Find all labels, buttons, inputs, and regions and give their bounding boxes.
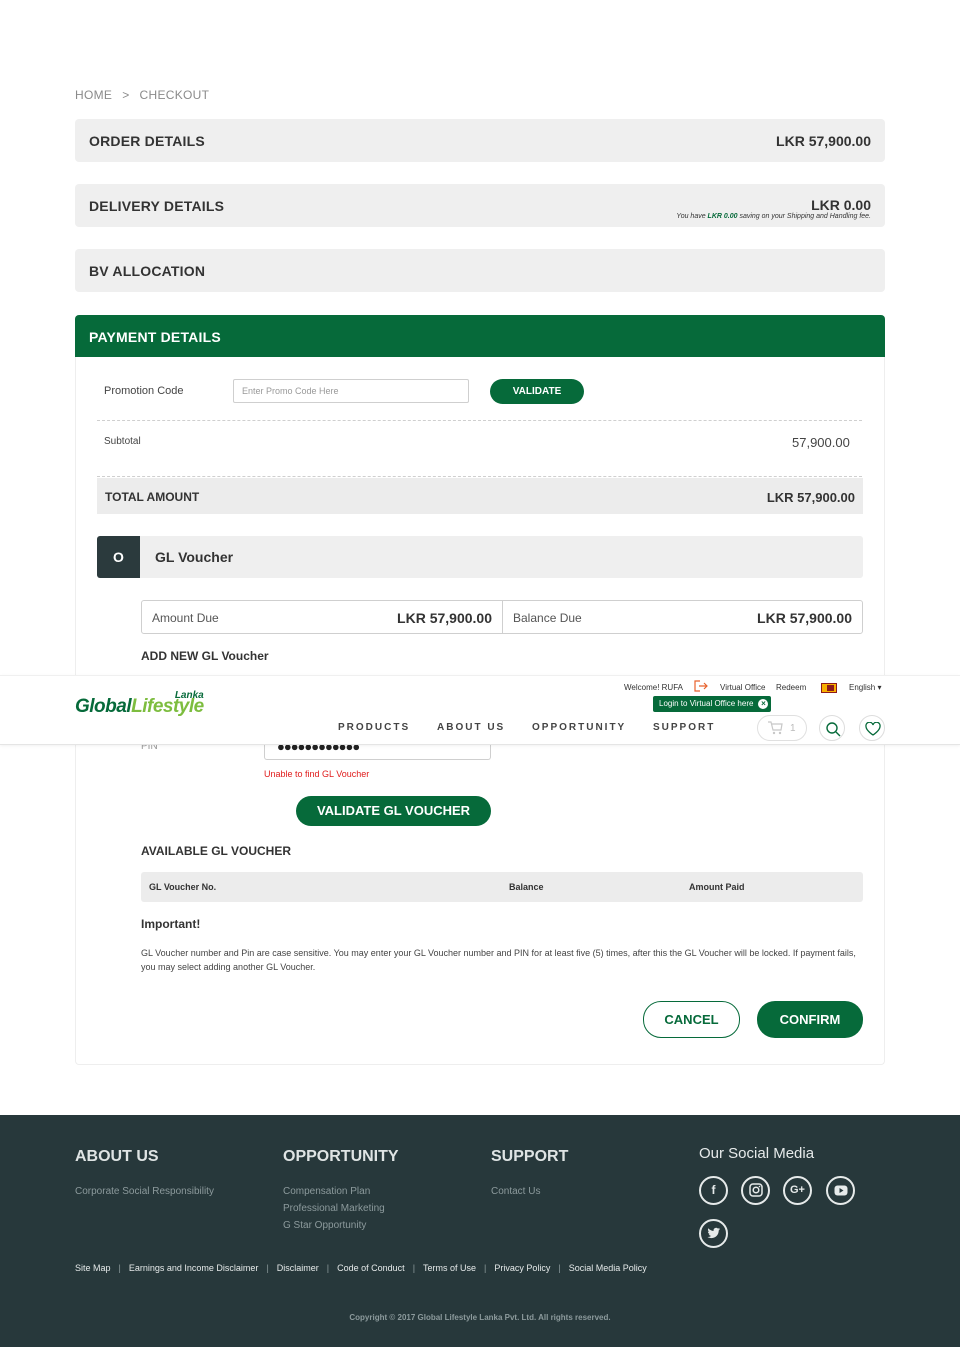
breadcrumb-current: CHECKOUT: [139, 88, 210, 102]
delivery-details-section[interactable]: DELIVERY DETAILS LKR 0.00 You have LKR 0…: [75, 184, 885, 227]
youtube-icon[interactable]: [826, 1176, 855, 1205]
wishlist-button[interactable]: [859, 715, 885, 741]
footer-link-disclaimer[interactable]: Disclaimer: [277, 1263, 319, 1273]
language-select[interactable]: English ▾: [849, 683, 882, 692]
delivery-details-title: DELIVERY DETAILS: [89, 198, 225, 214]
footer-link-terms-of-use[interactable]: Terms of Use: [423, 1263, 476, 1273]
confirm-button[interactable]: CONFIRM: [757, 1001, 863, 1038]
cart-button[interactable]: 1: [757, 715, 807, 741]
footer-opportunity-title: OPPORTUNITY: [283, 1148, 399, 1165]
cart-icon: [767, 721, 783, 738]
chevron-down-icon: ▾: [877, 683, 882, 692]
order-details-title: ORDER DETAILS: [89, 133, 205, 149]
divider: [97, 420, 862, 421]
bv-allocation-title: BV ALLOCATION: [89, 263, 206, 279]
footer-link-earnings-disclaimer[interactable]: Earnings and Income Disclaimer: [129, 1263, 259, 1273]
bv-allocation-section[interactable]: BV ALLOCATION: [75, 249, 885, 292]
footer-link-privacy-policy[interactable]: Privacy Policy: [494, 1263, 550, 1273]
footer-link-site-map[interactable]: Site Map: [75, 1263, 111, 1273]
voucher-table-header: GL Voucher No. Balance Amount Paid: [141, 872, 863, 902]
welcome-text: Welcome! RUFA: [624, 683, 683, 692]
footer-link-csr[interactable]: Corporate Social Responsibility: [75, 1186, 214, 1197]
divider: [97, 476, 862, 477]
facebook-icon[interactable]: f: [699, 1176, 728, 1205]
footer-link-contact-us[interactable]: Contact Us: [491, 1186, 540, 1197]
payment-details-title: PAYMENT DETAILS: [89, 329, 221, 345]
copyright-text: Copyright © 2017 Global Lifestyle Lanka …: [349, 1313, 611, 1322]
important-title: Important!: [141, 917, 201, 931]
subtotal-value: 57,900.00: [792, 435, 850, 450]
validate-gl-voucher-button[interactable]: VALIDATE GL VOUCHER: [296, 796, 491, 826]
cancel-button[interactable]: CANCEL: [643, 1001, 740, 1038]
amount-due-value: LKR 57,900.00: [397, 610, 492, 626]
nav-about-us[interactable]: ABOUT US: [437, 722, 505, 733]
search-button[interactable]: [819, 715, 845, 741]
total-amount-row: TOTAL AMOUNT LKR 57,900.00: [97, 478, 863, 514]
close-icon[interactable]: ×: [758, 699, 769, 709]
google-plus-icon[interactable]: G+: [783, 1176, 812, 1205]
gl-voucher-option[interactable]: O GL Voucher: [97, 536, 863, 578]
breadcrumb-home[interactable]: HOME: [75, 88, 112, 102]
redeem-link[interactable]: Redeem: [776, 683, 806, 692]
twitter-icon[interactable]: [699, 1219, 728, 1248]
total-amount-label: TOTAL AMOUNT: [105, 490, 200, 504]
breadcrumb-separator: >: [122, 88, 130, 102]
column-header-balance: Balance: [509, 882, 544, 892]
footer-link-social-media-policy[interactable]: Social Media Policy: [569, 1263, 647, 1273]
balance-due-cell: Balance Due LKR 57,900.00: [502, 601, 862, 633]
order-details-amount: LKR 57,900.00: [776, 133, 871, 149]
footer-link-compensation-plan[interactable]: Compensation Plan: [283, 1186, 370, 1197]
footer-support-title: SUPPORT: [491, 1148, 569, 1165]
search-icon: [825, 721, 841, 742]
virtual-office-link[interactable]: Virtual Office: [720, 683, 766, 692]
virtual-office-tooltip: Login to Virtual Office here ×: [653, 696, 772, 712]
payment-details-header[interactable]: PAYMENT DETAILS: [75, 315, 885, 357]
instagram-icon[interactable]: [741, 1176, 770, 1205]
footer-link-code-of-conduct[interactable]: Code of Conduct: [337, 1263, 405, 1273]
promotion-code-label: Promotion Code: [104, 385, 184, 397]
subtotal-label: Subtotal: [104, 436, 141, 447]
voucher-error-message: Unable to find GL Voucher: [264, 769, 370, 779]
nav-support[interactable]: SUPPORT: [653, 722, 715, 733]
amount-due-cell: Amount Due LKR 57,900.00: [142, 601, 502, 633]
due-summary: Amount Due LKR 57,900.00 Balance Due LKR…: [141, 600, 863, 634]
important-text: GL Voucher number and Pin are case sensi…: [141, 948, 856, 972]
add-new-gl-voucher-title: ADD NEW GL Voucher: [141, 649, 269, 663]
gl-voucher-radio[interactable]: O: [97, 536, 140, 578]
site-header: GlobalLifestyle Lanka Welcome! RUFA Virt…: [0, 675, 960, 745]
cart-count: 1: [790, 723, 796, 734]
delivery-saving-note: You have LKR 0.00 saving on your Shippin…: [676, 213, 871, 220]
column-header-voucher-no: GL Voucher No.: [149, 882, 217, 892]
promo-code-input[interactable]: Enter Promo Code Here: [233, 379, 469, 403]
logout-icon[interactable]: [694, 680, 708, 694]
amount-due-label: Amount Due: [152, 611, 219, 625]
sri-lanka-flag-icon: [821, 683, 837, 693]
footer-bottom-links: Site Map | Earnings and Income Disclaimer |…: [75, 1263, 647, 1273]
column-header-amount-paid: Amount Paid: [689, 882, 745, 892]
validate-promo-button[interactable]: VALIDATE: [490, 379, 584, 404]
available-gl-voucher-title: AVAILABLE GL VOUCHER: [141, 844, 292, 858]
gl-voucher-title: GL Voucher: [155, 549, 234, 565]
social-media-title: Our Social Media: [699, 1145, 815, 1162]
site-footer: ABOUT US Corporate Social Responsibility…: [0, 1115, 960, 1347]
footer-link-professional-marketing[interactable]: Professional Marketing: [283, 1203, 385, 1214]
balance-due-value: LKR 57,900.00: [757, 610, 852, 626]
order-details-section[interactable]: ORDER DETAILS LKR 57,900.00: [75, 119, 885, 162]
total-amount-value: LKR 57,900.00: [766, 490, 855, 505]
footer-about-title: ABOUT US: [75, 1148, 159, 1165]
global-lifestyle-logo[interactable]: GlobalLifestyle Lanka: [75, 690, 204, 718]
heart-icon: [865, 721, 881, 741]
nav-products[interactable]: PRODUCTS: [338, 722, 410, 733]
nav-opportunity[interactable]: OPPORTUNITY: [532, 722, 626, 733]
balance-due-label: Balance Due: [513, 611, 582, 625]
breadcrumb: HOME > CHECKOUT: [75, 88, 209, 102]
delivery-details-amount: LKR 0.00: [811, 197, 871, 213]
footer-link-g-star[interactable]: G Star Opportunity: [283, 1220, 366, 1231]
